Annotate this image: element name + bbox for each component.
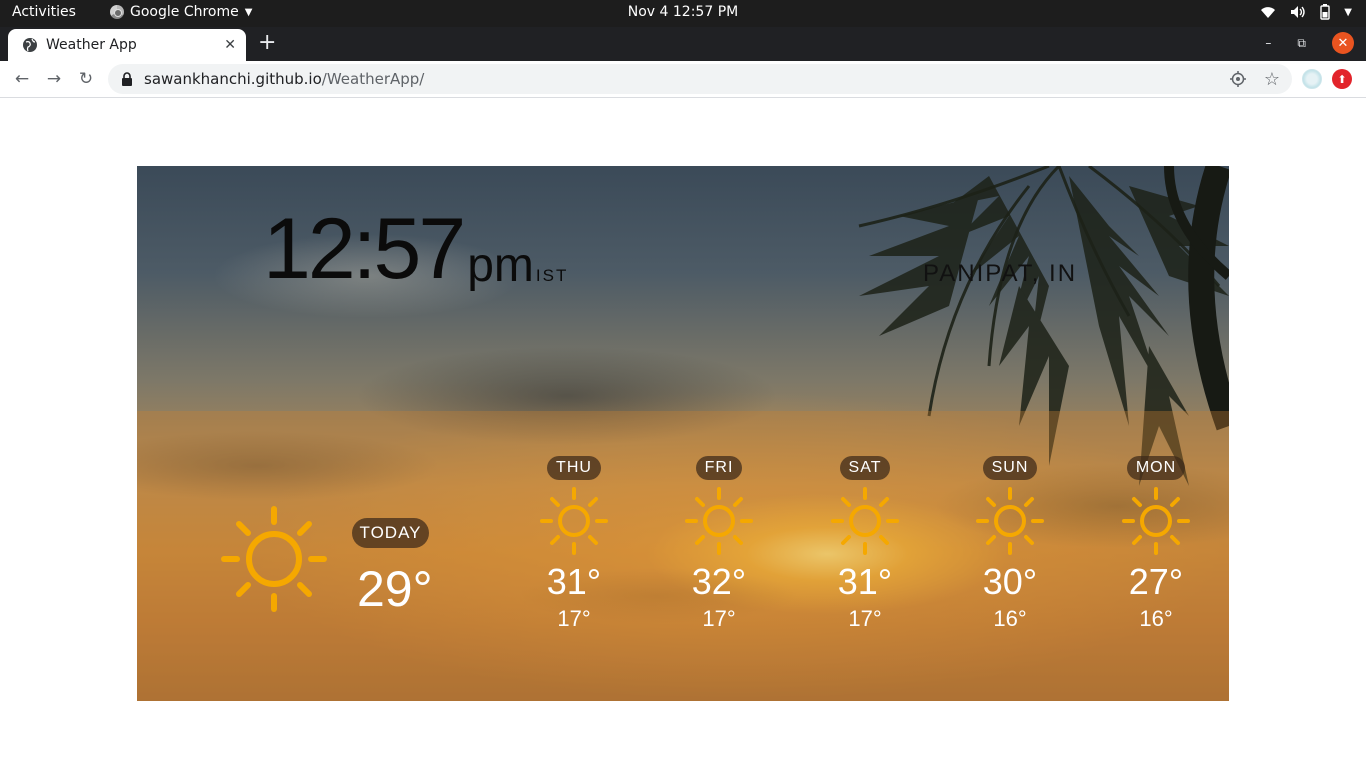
sun-icon <box>685 487 753 555</box>
forecast-day-label: MON <box>1126 456 1186 480</box>
system-clock[interactable]: Nov 4 12:57 PM <box>0 4 1366 20</box>
forecast-high-temp: 27° <box>1128 561 1184 602</box>
globe-icon <box>23 38 37 52</box>
system-top-bar: Activities Google Chrome ▼ Nov 4 12:57 P… <box>0 0 1366 27</box>
time-zone: IST <box>535 266 569 285</box>
forecast-day: FRI 32° 17° <box>679 456 759 630</box>
lock-icon[interactable] <box>120 72 134 86</box>
forward-arrow-icon[interactable]: → <box>44 69 64 89</box>
window-controls: – ⧉ ✕ <box>1265 32 1354 54</box>
forecast-day-label: THU <box>547 456 601 480</box>
location-target-icon[interactable] <box>1229 71 1246 87</box>
url-path: /WeatherApp/ <box>321 70 425 88</box>
sun-icon <box>831 487 899 555</box>
forecast-low-temp: 16° <box>1139 606 1173 631</box>
tab-title: Weather App <box>46 37 137 53</box>
forecast-day-label: SAT <box>839 456 891 480</box>
forecast-low-temp: 17° <box>702 606 736 631</box>
system-tray[interactable]: ▼ <box>1260 4 1352 20</box>
sun-icon <box>976 487 1044 555</box>
url-host: sawankhanchi.github.io <box>144 70 322 88</box>
bookmark-star-icon[interactable]: ☆ <box>1264 69 1280 90</box>
forecast-high-temp: 30° <box>982 561 1038 602</box>
tab-close-icon[interactable]: ✕ <box>224 37 236 53</box>
forecast-high-temp: 31° <box>546 561 602 602</box>
tab-strip: Weather App ✕ + – ⧉ ✕ <box>0 27 1366 61</box>
forecast-day-label: SUN <box>982 456 1038 480</box>
extension-upload-icon[interactable]: ⬆ <box>1332 69 1352 89</box>
today-label: TODAY <box>352 518 429 548</box>
wifi-icon <box>1261 7 1276 18</box>
sun-icon <box>540 487 608 555</box>
forecast-high-temp: 32° <box>691 561 747 602</box>
restore-button[interactable]: ⧉ <box>1297 36 1306 51</box>
browser-toolbar: ← → ↻ sawankhanchi.github.io/WeatherApp/… <box>0 61 1366 98</box>
battery-icon <box>1320 4 1330 20</box>
volume-icon <box>1291 6 1305 18</box>
caret-down-icon: ▼ <box>1344 6 1352 18</box>
address-bar-actions: ☆ <box>1229 69 1280 90</box>
tab-weather-app[interactable]: Weather App ✕ <box>8 29 246 61</box>
time-value: 12:57 <box>263 201 466 297</box>
forecast-low-temp: 17° <box>557 606 591 631</box>
forecast-low-temp: 17° <box>848 606 882 631</box>
forecast-low-temp: 16° <box>993 606 1027 631</box>
current-time: 12:57 pm IST <box>263 206 568 292</box>
reload-icon[interactable]: ↻ <box>76 69 96 89</box>
forecast-day: MON 27° 16° <box>1116 456 1196 630</box>
sun-icon <box>1122 487 1190 555</box>
profile-avatar[interactable] <box>1302 69 1322 89</box>
new-tab-button[interactable]: + <box>258 32 276 54</box>
sun-icon <box>221 506 327 612</box>
forecast-high-temp: 31° <box>837 561 893 602</box>
address-bar[interactable]: sawankhanchi.github.io/WeatherApp/ ☆ <box>108 64 1292 94</box>
location-label: PANIPAT, IN <box>923 260 1078 287</box>
forecast-day-label: FRI <box>695 456 743 480</box>
today-temperature: 29° <box>357 561 433 617</box>
forecast-day: THU 31° 17° <box>534 456 614 630</box>
forecast-day: SAT 31° 17° <box>825 456 905 630</box>
forecast-day: SUN 30° 16° <box>970 456 1050 630</box>
time-ampm: pm <box>467 239 534 292</box>
back-arrow-icon[interactable]: ← <box>12 69 32 89</box>
window-close-button[interactable]: ✕ <box>1332 32 1354 54</box>
weather-widget: 12:57 pm IST PANIPAT, IN TODAY 29° THU 3… <box>137 166 1229 701</box>
minimize-button[interactable]: – <box>1265 36 1271 50</box>
